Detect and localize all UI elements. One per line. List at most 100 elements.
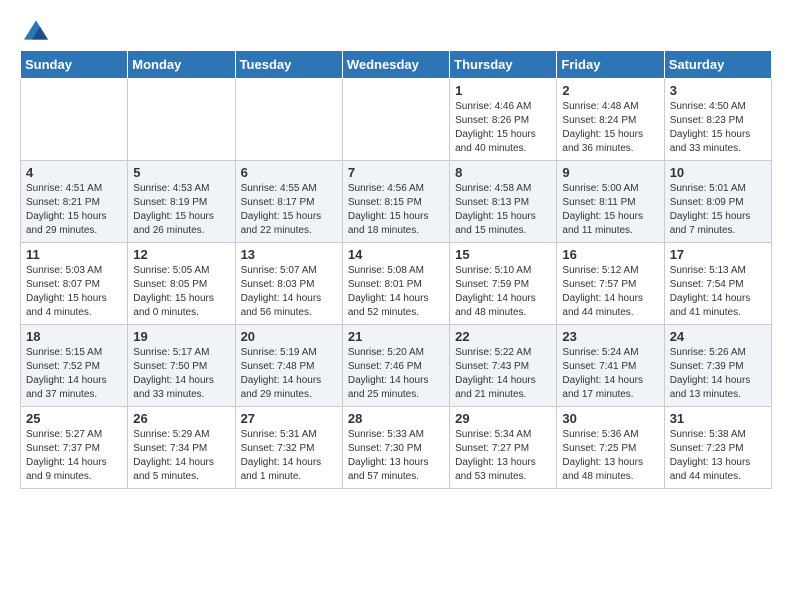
day-info: Sunrise: 4:56 AM Sunset: 8:15 PM Dayligh…	[348, 182, 444, 238]
calendar-cell: 5Sunrise: 4:53 AM Sunset: 8:19 PM Daylig…	[128, 161, 235, 243]
calendar-table: SundayMondayTuesdayWednesdayThursdayFrid…	[20, 50, 772, 489]
day-info: Sunrise: 5:15 AM Sunset: 7:52 PM Dayligh…	[26, 346, 122, 402]
calendar-week-row: 1 Sunrise: 4:46 AM Sunset: 8:26 PM Daylig…	[21, 79, 772, 161]
weekday-header-thursday: Thursday	[450, 51, 557, 79]
page-header	[20, 20, 772, 40]
day-number: 11	[26, 247, 122, 262]
calendar-cell: 1 Sunrise: 4:46 AM Sunset: 8:26 PM Daylig…	[450, 79, 557, 161]
weekday-header-wednesday: Wednesday	[342, 51, 449, 79]
day-info: Sunrise: 5:36 AM Sunset: 7:25 PM Dayligh…	[562, 428, 658, 484]
calendar-cell: 28 Sunrise: 5:33 AM Sunset: 7:30 PM Dayli…	[342, 407, 449, 489]
day-number: 25	[26, 411, 122, 426]
day-number: 14	[348, 247, 444, 262]
day-number: 23	[562, 329, 658, 344]
day-number: 19	[133, 329, 229, 344]
day-number: 5	[133, 165, 229, 180]
calendar-week-row: 18 Sunrise: 5:15 AM Sunset: 7:52 PM Dayli…	[21, 325, 772, 407]
day-info: Sunrise: 5:03 AM Sunset: 8:07 PM Dayligh…	[26, 264, 122, 320]
calendar-cell: 13 Sunrise: 5:07 AM Sunset: 8:03 PM Dayli…	[235, 243, 342, 325]
day-number: 31	[670, 411, 766, 426]
day-number: 2	[562, 83, 658, 98]
day-info: Sunrise: 5:05 AM Sunset: 8:05 PM Dayligh…	[133, 264, 229, 320]
day-number: 26	[133, 411, 229, 426]
calendar-cell: 21 Sunrise: 5:20 AM Sunset: 7:46 PM Dayli…	[342, 325, 449, 407]
day-number: 17	[670, 247, 766, 262]
calendar-cell: 18 Sunrise: 5:15 AM Sunset: 7:52 PM Dayli…	[21, 325, 128, 407]
calendar-cell: 15 Sunrise: 5:10 AM Sunset: 7:59 PM Dayli…	[450, 243, 557, 325]
calendar-cell: 29Sunrise: 5:34 AM Sunset: 7:27 PM Dayli…	[450, 407, 557, 489]
day-info: Sunrise: 4:50 AM Sunset: 8:23 PM Dayligh…	[670, 100, 766, 156]
weekday-header-saturday: Saturday	[664, 51, 771, 79]
calendar-cell: 6 Sunrise: 4:55 AM Sunset: 8:17 PM Daylig…	[235, 161, 342, 243]
day-info: Sunrise: 5:29 AM Sunset: 7:34 PM Dayligh…	[133, 428, 229, 484]
day-info: Sunrise: 5:27 AM Sunset: 7:37 PM Dayligh…	[26, 428, 122, 484]
day-info: Sunrise: 5:31 AM Sunset: 7:32 PM Dayligh…	[241, 428, 337, 484]
day-info: Sunrise: 5:12 AM Sunset: 7:57 PM Dayligh…	[562, 264, 658, 320]
weekday-header-row: SundayMondayTuesdayWednesdayThursdayFrid…	[21, 51, 772, 79]
day-info: Sunrise: 4:46 AM Sunset: 8:26 PM Dayligh…	[455, 100, 551, 156]
day-info: Sunrise: 5:01 AM Sunset: 8:09 PM Dayligh…	[670, 182, 766, 238]
day-info: Sunrise: 5:20 AM Sunset: 7:46 PM Dayligh…	[348, 346, 444, 402]
calendar-cell: 19 Sunrise: 5:17 AM Sunset: 7:50 PM Dayli…	[128, 325, 235, 407]
calendar-cell	[128, 79, 235, 161]
day-info: Sunrise: 5:17 AM Sunset: 7:50 PM Dayligh…	[133, 346, 229, 402]
day-number: 21	[348, 329, 444, 344]
day-number: 15	[455, 247, 551, 262]
day-number: 20	[241, 329, 337, 344]
day-info: Sunrise: 5:00 AM Sunset: 8:11 PM Dayligh…	[562, 182, 658, 238]
day-number: 13	[241, 247, 337, 262]
day-info: Sunrise: 5:08 AM Sunset: 8:01 PM Dayligh…	[348, 264, 444, 320]
day-info: Sunrise: 4:48 AM Sunset: 8:24 PM Dayligh…	[562, 100, 658, 156]
day-number: 30	[562, 411, 658, 426]
day-info: Sunrise: 5:26 AM Sunset: 7:39 PM Dayligh…	[670, 346, 766, 402]
day-info: Sunrise: 5:10 AM Sunset: 7:59 PM Dayligh…	[455, 264, 551, 320]
day-number: 24	[670, 329, 766, 344]
calendar-cell: 22 Sunrise: 5:22 AM Sunset: 7:43 PM Dayli…	[450, 325, 557, 407]
logo	[20, 20, 48, 40]
day-info: Sunrise: 5:38 AM Sunset: 7:23 PM Dayligh…	[670, 428, 766, 484]
calendar-cell: 14 Sunrise: 5:08 AM Sunset: 8:01 PM Dayli…	[342, 243, 449, 325]
day-number: 7	[348, 165, 444, 180]
day-info: Sunrise: 5:19 AM Sunset: 7:48 PM Dayligh…	[241, 346, 337, 402]
calendar-cell: 11 Sunrise: 5:03 AM Sunset: 8:07 PM Dayli…	[21, 243, 128, 325]
calendar-cell: 2 Sunrise: 4:48 AM Sunset: 8:24 PM Daylig…	[557, 79, 664, 161]
day-number: 16	[562, 247, 658, 262]
calendar-cell: 10 Sunrise: 5:01 AM Sunset: 8:09 PM Dayli…	[664, 161, 771, 243]
calendar-cell: 9Sunrise: 5:00 AM Sunset: 8:11 PM Daylig…	[557, 161, 664, 243]
weekday-header-tuesday: Tuesday	[235, 51, 342, 79]
day-number: 4	[26, 165, 122, 180]
day-number: 8	[455, 165, 551, 180]
day-number: 27	[241, 411, 337, 426]
day-number: 22	[455, 329, 551, 344]
calendar-cell	[21, 79, 128, 161]
day-info: Sunrise: 5:22 AM Sunset: 7:43 PM Dayligh…	[455, 346, 551, 402]
calendar-cell: 30 Sunrise: 5:36 AM Sunset: 7:25 PM Dayli…	[557, 407, 664, 489]
calendar-cell: 8Sunrise: 4:58 AM Sunset: 8:13 PM Daylig…	[450, 161, 557, 243]
day-info: Sunrise: 4:51 AM Sunset: 8:21 PM Dayligh…	[26, 182, 122, 238]
day-number: 28	[348, 411, 444, 426]
day-info: Sunrise: 5:07 AM Sunset: 8:03 PM Dayligh…	[241, 264, 337, 320]
weekday-header-monday: Monday	[128, 51, 235, 79]
calendar-cell	[235, 79, 342, 161]
day-number: 1	[455, 83, 551, 98]
calendar-cell: 25 Sunrise: 5:27 AM Sunset: 7:37 PM Dayli…	[21, 407, 128, 489]
calendar-cell: 31 Sunrise: 5:38 AM Sunset: 7:23 PM Dayli…	[664, 407, 771, 489]
calendar-cell: 17 Sunrise: 5:13 AM Sunset: 7:54 PM Dayli…	[664, 243, 771, 325]
day-info: Sunrise: 5:33 AM Sunset: 7:30 PM Dayligh…	[348, 428, 444, 484]
day-number: 18	[26, 329, 122, 344]
calendar-cell	[342, 79, 449, 161]
calendar-week-row: 25 Sunrise: 5:27 AM Sunset: 7:37 PM Dayli…	[21, 407, 772, 489]
day-number: 6	[241, 165, 337, 180]
calendar-cell: 20 Sunrise: 5:19 AM Sunset: 7:48 PM Dayli…	[235, 325, 342, 407]
day-number: 10	[670, 165, 766, 180]
logo-icon	[24, 20, 48, 40]
day-info: Sunrise: 5:13 AM Sunset: 7:54 PM Dayligh…	[670, 264, 766, 320]
calendar-cell: 27 Sunrise: 5:31 AM Sunset: 7:32 PM Dayli…	[235, 407, 342, 489]
calendar-cell: 3 Sunrise: 4:50 AM Sunset: 8:23 PM Daylig…	[664, 79, 771, 161]
calendar-week-row: 11 Sunrise: 5:03 AM Sunset: 8:07 PM Dayli…	[21, 243, 772, 325]
day-info: Sunrise: 5:24 AM Sunset: 7:41 PM Dayligh…	[562, 346, 658, 402]
calendar-cell: 26 Sunrise: 5:29 AM Sunset: 7:34 PM Dayli…	[128, 407, 235, 489]
day-number: 3	[670, 83, 766, 98]
day-info: Sunrise: 4:55 AM Sunset: 8:17 PM Dayligh…	[241, 182, 337, 238]
weekday-header-friday: Friday	[557, 51, 664, 79]
